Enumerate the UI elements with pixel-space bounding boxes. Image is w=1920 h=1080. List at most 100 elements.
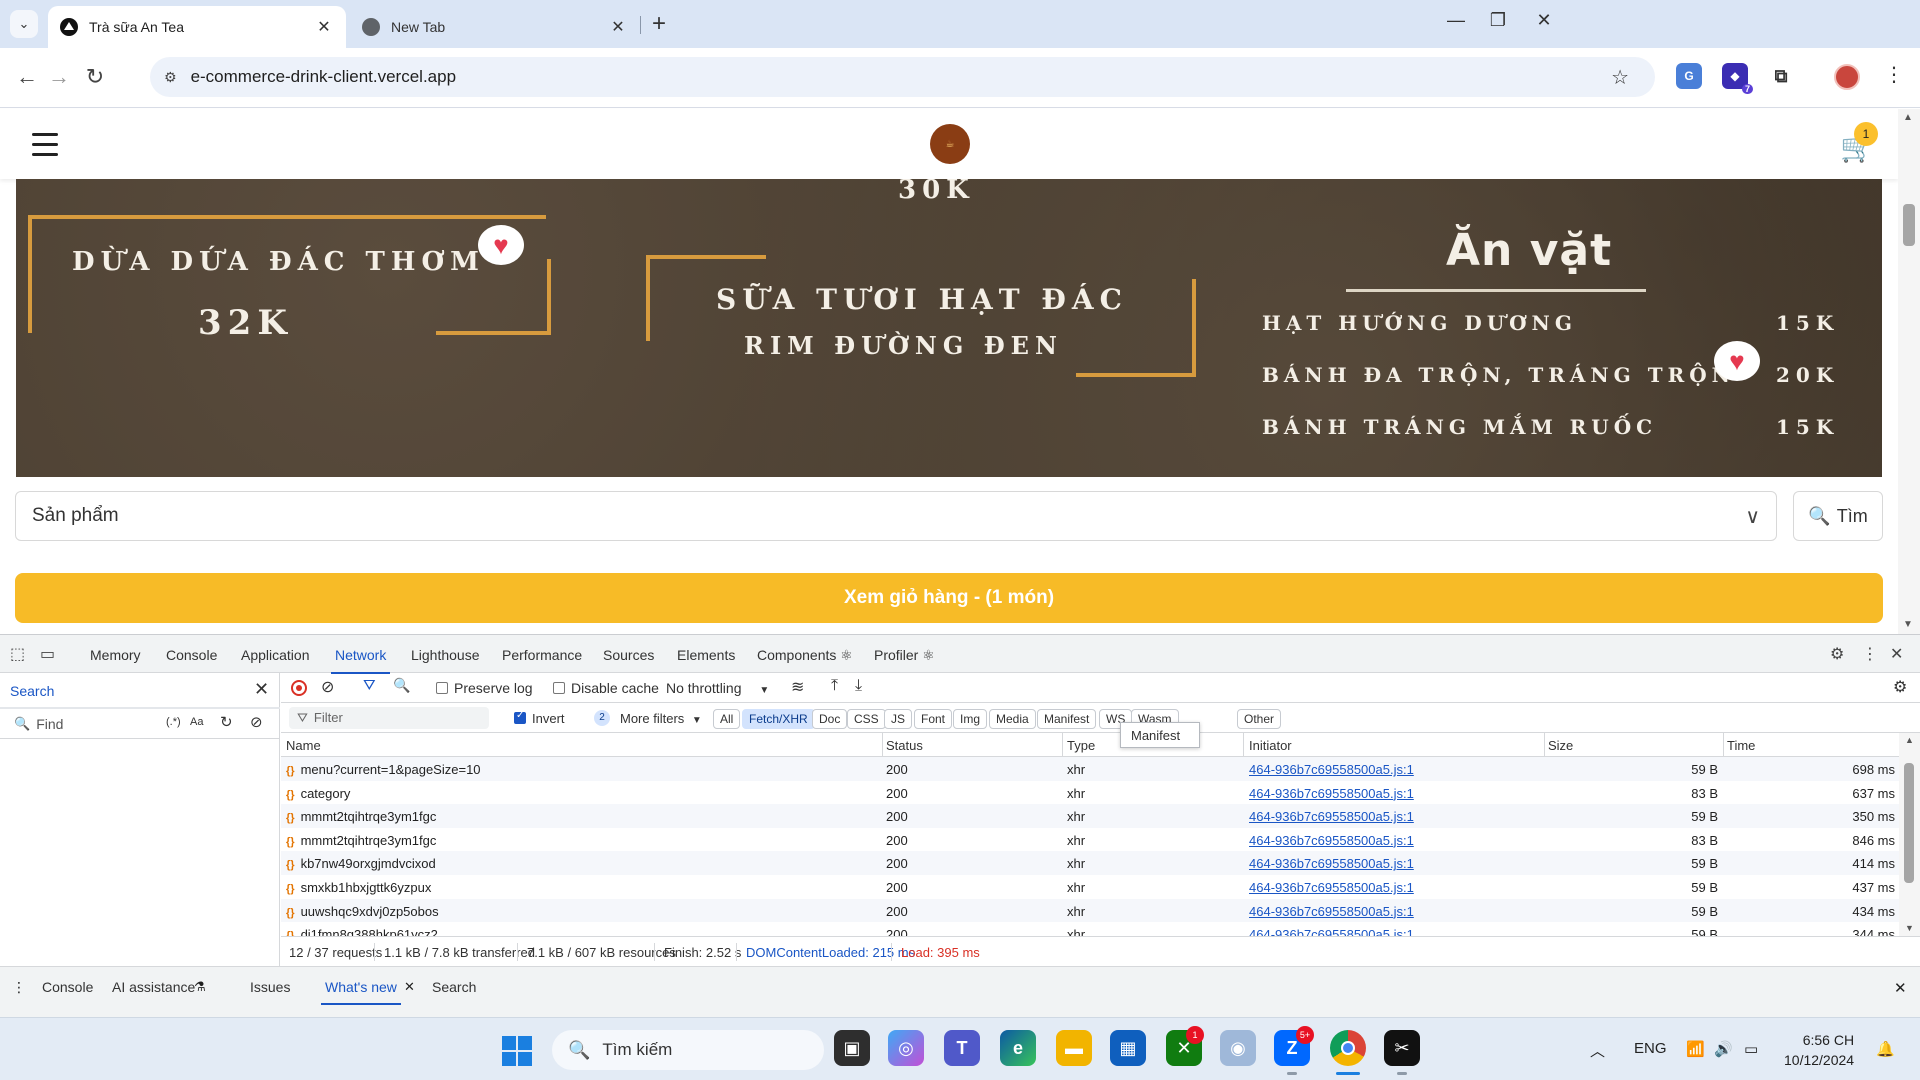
- type-filter-doc[interactable]: Doc: [812, 709, 848, 729]
- request-initiator[interactable]: 464-936b7c69558500a5.js:1: [1249, 809, 1414, 824]
- devtools-close-icon[interactable]: ✕: [1890, 644, 1903, 664]
- throttling-select[interactable]: No throttling ▼: [666, 680, 769, 696]
- teams-icon[interactable]: T: [944, 1030, 980, 1066]
- devtools-tab-sources[interactable]: Sources: [603, 647, 654, 663]
- translate-extension-icon[interactable]: G: [1676, 63, 1702, 89]
- request-name[interactable]: {} category: [286, 786, 350, 801]
- export-har-icon[interactable]: ⤓: [855, 677, 862, 695]
- type-filter-media[interactable]: Media: [989, 709, 1036, 729]
- puzzle-extensions-icon[interactable]: ⧉: [1768, 63, 1794, 89]
- copilot-icon[interactable]: ◎: [888, 1030, 924, 1066]
- table-row[interactable]: {}di1fmn8q388hkp61ycz2 200 xhr 464-936b7c69…: [281, 922, 1899, 936]
- request-name[interactable]: {} menu?current=1&pageSize=10: [286, 762, 481, 777]
- site-logo[interactable]: ☕: [930, 124, 970, 164]
- reload-icon[interactable]: ↻: [80, 62, 110, 92]
- filter-funnel-icon[interactable]: ⛛: [363, 677, 376, 694]
- drawer-tab-ai-assistance[interactable]: AI assistance: [112, 979, 195, 995]
- column-header-name[interactable]: Name: [286, 738, 321, 753]
- record-icon[interactable]: [291, 680, 307, 696]
- address-bar[interactable]: ⚙ e-commerce-drink-client.vercel.app ☆: [150, 57, 1655, 97]
- drawer-tab-whats-new[interactable]: What's new: [321, 979, 401, 1005]
- chrome-menu-icon[interactable]: ⋮: [1884, 62, 1904, 87]
- devtools-more-icon[interactable]: ⋮: [1862, 644, 1878, 664]
- volume-icon[interactable]: 🔊: [1714, 1040, 1733, 1058]
- type-filter-font[interactable]: Font: [914, 709, 953, 729]
- devtools-tab-application[interactable]: Application: [241, 647, 310, 663]
- column-header-size[interactable]: Size: [1548, 738, 1573, 753]
- close-tab-icon[interactable]: ✕: [404, 979, 415, 995]
- devtools-settings-gear-icon[interactable]: ⚙: [1830, 644, 1844, 664]
- column-header-time[interactable]: Time: [1727, 738, 1755, 753]
- minimize-icon[interactable]: —: [1436, 10, 1476, 31]
- product-select[interactable]: Sản phẩm ∨: [15, 491, 1777, 541]
- request-initiator[interactable]: 464-936b7c69558500a5.js:1: [1249, 856, 1414, 871]
- clear-log-icon[interactable]: ⊘: [321, 677, 334, 697]
- devtools-tab-console[interactable]: Console: [166, 647, 217, 663]
- battery-icon[interactable]: ▭: [1744, 1040, 1758, 1058]
- column-header-type[interactable]: Type: [1067, 738, 1095, 753]
- app-icon[interactable]: ◉: [1220, 1030, 1256, 1066]
- devtools-tab-elements[interactable]: Elements: [677, 647, 735, 663]
- match-case-toggle[interactable]: Aa: [190, 716, 203, 728]
- search-find-input[interactable]: 🔍 Find (.*) Aa ↻ ⊘: [0, 709, 280, 739]
- import-har-icon[interactable]: ⤒: [831, 677, 838, 695]
- capcut-icon[interactable]: ✂: [1384, 1030, 1420, 1066]
- tray-overflow-chevron-icon[interactable]: ︿: [1590, 1040, 1605, 1061]
- refresh-icon[interactable]: ↻: [220, 713, 233, 731]
- column-header-initiator[interactable]: Initiator: [1249, 738, 1292, 753]
- drawer-close-icon[interactable]: ✕: [1894, 979, 1907, 997]
- device-toolbar-icon[interactable]: ▭: [40, 644, 55, 664]
- request-name[interactable]: {} smxkb1hbxjgttk6yzpux: [286, 880, 431, 895]
- microsoft-store-icon[interactable]: ▦: [1110, 1030, 1146, 1066]
- browser-tab-active[interactable]: Trà sữa An Tea ✕: [48, 6, 346, 48]
- network-conditions-icon[interactable]: ≋: [791, 677, 804, 697]
- restore-icon[interactable]: ❐: [1478, 10, 1518, 31]
- column-header-status[interactable]: Status: [886, 738, 923, 753]
- language-indicator[interactable]: ENG: [1634, 1040, 1667, 1057]
- more-filters-dropdown[interactable]: More filters ▼: [620, 711, 702, 726]
- profile-avatar[interactable]: [1834, 64, 1860, 90]
- hamburger-menu-icon[interactable]: [32, 133, 58, 163]
- request-name[interactable]: {} mmmt2tqihtrqe3ym1fgc: [286, 833, 436, 848]
- file-explorer-icon[interactable]: ▬: [1056, 1030, 1092, 1066]
- new-tab-button[interactable]: +: [652, 10, 666, 38]
- wifi-icon[interactable]: 📶: [1686, 1040, 1705, 1058]
- back-icon[interactable]: ←: [12, 62, 42, 92]
- request-name[interactable]: {} mmmt2tqihtrqe3ym1fgc: [286, 809, 436, 824]
- request-initiator[interactable]: 464-936b7c69558500a5.js:1: [1249, 880, 1414, 895]
- scrollbar-thumb[interactable]: [1904, 763, 1914, 883]
- edge-icon[interactable]: e: [1000, 1030, 1036, 1066]
- request-initiator[interactable]: 464-936b7c69558500a5.js:1: [1249, 904, 1414, 919]
- table-row[interactable]: {} mmmt2tqihtrqe3ym1fgc 200 xhr 464-936b7c69…: [281, 827, 1899, 852]
- devtools-tab-lighthouse[interactable]: Lighthouse: [411, 647, 480, 663]
- scroll-down-icon[interactable]: ▼: [1903, 619, 1913, 630]
- type-filter-all[interactable]: All: [713, 709, 741, 729]
- scroll-down-icon[interactable]: ▼: [1905, 923, 1914, 933]
- taskbar-search-box[interactable]: 🔍 Tìm kiếm: [552, 1030, 824, 1070]
- chrome-icon[interactable]: [1330, 1030, 1366, 1066]
- type-filter-js[interactable]: JS: [884, 709, 913, 729]
- drawer-menu-icon[interactable]: ⋮: [12, 979, 26, 996]
- table-row[interactable]: {} uuwshqc9xdvj0zp5obos 200 xhr 464-936b7c69…: [281, 898, 1899, 923]
- close-tab-icon[interactable]: ✕: [608, 17, 628, 37]
- search-icon[interactable]: 🔍: [393, 677, 410, 694]
- type-filter-manifest[interactable]: Manifest: [1037, 709, 1097, 729]
- site-info-icon[interactable]: ⚙: [164, 69, 177, 86]
- network-settings-gear-icon[interactable]: ⚙: [1893, 677, 1907, 697]
- drawer-tab-search[interactable]: Search: [432, 979, 476, 995]
- page-scrollbar[interactable]: ▲ ▼: [1898, 109, 1920, 634]
- table-row[interactable]: {} kb7nw49orxgjmdvcixod 200 xhr 464-936b7c69…: [281, 851, 1899, 875]
- find-button[interactable]: 🔍 Tìm: [1793, 491, 1883, 541]
- devtools-tab-memory[interactable]: Memory: [90, 647, 141, 663]
- bookmark-star-icon[interactable]: ☆: [1611, 65, 1629, 90]
- devtools-tab-profiler[interactable]: Profiler ⚛: [874, 647, 935, 664]
- forward-icon[interactable]: →: [44, 62, 74, 92]
- extension-icon[interactable]: ◆ 7: [1722, 63, 1753, 94]
- taskbar-clock[interactable]: 6:56 CH 10/12/2024: [1784, 1030, 1854, 1070]
- window-close-icon[interactable]: ✕: [1524, 10, 1564, 31]
- scroll-up-icon[interactable]: ▲: [1903, 112, 1913, 123]
- browser-tab-new[interactable]: New Tab ✕: [350, 6, 640, 48]
- clear-icon[interactable]: ⊘: [250, 713, 263, 731]
- request-name[interactable]: {} kb7nw49orxgjmdvcixod: [286, 856, 436, 871]
- search-pane-close-icon[interactable]: ✕: [254, 679, 269, 700]
